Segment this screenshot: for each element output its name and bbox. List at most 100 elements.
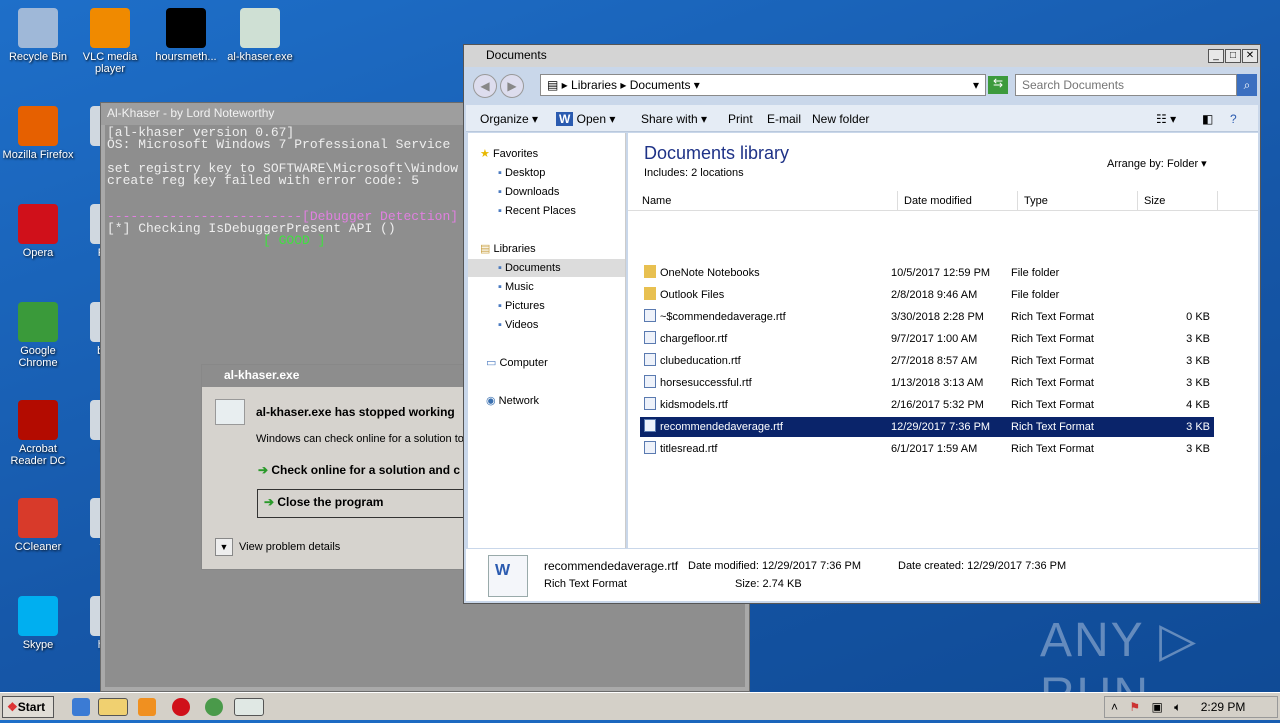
show-hidden-icons[interactable]: ˄ bbox=[1111, 700, 1118, 714]
file-row[interactable]: horsesuccessful.rtf 1/13/2018 3:13 AM Rich… bbox=[640, 373, 1214, 393]
nav-label: Favorites bbox=[492, 148, 539, 160]
minimize-button[interactable]: _ bbox=[1208, 49, 1224, 63]
media-player-icon[interactable] bbox=[138, 698, 156, 716]
column-headers: Name Date modified Type Size bbox=[628, 191, 1258, 211]
file-row[interactable]: titlesread.rtf 6/1/2017 1:59 AM Rich Text … bbox=[640, 439, 1214, 459]
clock[interactable]: 2:29 PM bbox=[1201, 700, 1246, 714]
file-date: 2/8/2018 9:46 AM bbox=[891, 289, 978, 301]
help-icon[interactable]: ? bbox=[1230, 112, 1237, 126]
arrange-by[interactable]: Arrange by: Folder ▾ bbox=[1107, 157, 1207, 170]
address-bar[interactable]: ▤ ▸ Libraries ▸ Documents ▾ ▾ bbox=[540, 74, 986, 96]
windows-logo-icon: ❖ bbox=[7, 700, 18, 714]
organize-button[interactable]: Organize ▾ bbox=[480, 112, 538, 126]
views-button[interactable]: ☷ ▾ bbox=[1156, 112, 1176, 126]
column-size[interactable]: Size bbox=[1138, 191, 1218, 211]
breadcrumb-documents[interactable]: Documents bbox=[630, 78, 691, 92]
desktop-icon-label: Mozilla Firefox bbox=[2, 149, 74, 161]
desktop-icon[interactable]: Acrobat Reader DC bbox=[0, 400, 76, 467]
al-khaser-taskbar-button[interactable] bbox=[234, 698, 264, 716]
file-row[interactable]: clubeducation.rtf 2/7/2018 8:57 AM Rich Te… bbox=[640, 351, 1214, 371]
desktop-icon[interactable]: Skype bbox=[0, 596, 76, 651]
column-date[interactable]: Date modified bbox=[898, 191, 1018, 211]
check-online-option[interactable]: ➔ Check online for a solution and c bbox=[258, 463, 470, 487]
desktop-icon[interactable]: al-khaser.exe bbox=[222, 8, 298, 63]
option-label: Close the program bbox=[277, 495, 384, 509]
file-size: 3 KB bbox=[1186, 377, 1210, 389]
desktop-icon[interactable]: Google Chrome bbox=[0, 302, 76, 369]
nav-libraries[interactable]: ▤ Libraries bbox=[468, 240, 625, 258]
desktop-icon[interactable]: Mozilla Firefox bbox=[0, 106, 76, 161]
action-center-flag-icon[interactable]: ⚑ bbox=[1129, 700, 1140, 714]
maximize-button[interactable]: □ bbox=[1225, 49, 1241, 63]
error-dialog[interactable]: al-khaser.exe al-khaser.exe has stopped … bbox=[201, 364, 471, 570]
desktop-icon[interactable]: CCleaner bbox=[0, 498, 76, 553]
file-list-pane: Documents library Includes: 2 locations … bbox=[628, 133, 1258, 548]
nav-documents[interactable]: ▪ Documents bbox=[468, 259, 625, 277]
file-row[interactable]: OneNote Notebooks 10/5/2017 12:59 PM File … bbox=[640, 263, 1214, 283]
nav-icon: ▪ bbox=[498, 186, 502, 198]
explorer-taskbar-button[interactable] bbox=[98, 698, 128, 716]
desktop-icon-label: Recycle Bin bbox=[8, 51, 68, 63]
desktop-icon[interactable]: VLC media player bbox=[72, 8, 148, 75]
chrome-icon[interactable] bbox=[205, 698, 223, 716]
opera-icon[interactable] bbox=[172, 698, 190, 716]
file-row[interactable]: Outlook Files 2/8/2018 9:46 AM File folder bbox=[640, 285, 1214, 305]
desktop-icon[interactable]: Opera bbox=[0, 204, 76, 259]
nav-computer[interactable]: ▭ Computer bbox=[468, 354, 625, 372]
file-date: 12/29/2017 7:36 PM bbox=[891, 421, 991, 433]
nav-videos[interactable]: ▪ Videos bbox=[468, 316, 625, 334]
ie-icon[interactable] bbox=[72, 698, 90, 716]
nav-label: Documents bbox=[504, 262, 561, 274]
refresh-button[interactable]: ⇆ bbox=[988, 76, 1008, 94]
nav-desktop[interactable]: ▪ Desktop bbox=[468, 164, 625, 182]
nav-network[interactable]: ◉ Network bbox=[468, 392, 625, 410]
back-button[interactable]: ◀ bbox=[473, 74, 497, 98]
file-name: OneNote Notebooks bbox=[644, 263, 760, 283]
file-type: File folder bbox=[1011, 289, 1060, 301]
search-icon[interactable]: ⌕ bbox=[1237, 74, 1257, 96]
start-button[interactable]: ❖Start bbox=[2, 696, 54, 718]
chevron-down-icon[interactable]: ▾ bbox=[973, 78, 979, 92]
nav-favorites[interactable]: ★ Favorites bbox=[468, 145, 625, 163]
desktop-icon-image bbox=[18, 8, 58, 48]
file-row[interactable]: ~$commendedaverage.rtf 3/30/2018 2:28 PM R… bbox=[640, 307, 1214, 327]
desktop-icon[interactable]: Recycle Bin bbox=[0, 8, 76, 63]
network-icon[interactable]: ▣ bbox=[1151, 700, 1162, 714]
nav-recent-places[interactable]: ▪ Recent Places bbox=[468, 202, 625, 220]
file-size: 3 KB bbox=[1186, 333, 1210, 345]
nav-icon: ▪ bbox=[498, 205, 502, 217]
taskbar: ❖Start ˄ ⚑ ▣ 🔈︎ 2:29 PM bbox=[0, 692, 1280, 720]
column-type[interactable]: Type bbox=[1018, 191, 1138, 211]
chevron-down-icon: ▼ bbox=[215, 538, 233, 556]
close-program-option[interactable]: ➔ Close the program bbox=[257, 489, 471, 518]
desktop-icon-image bbox=[18, 204, 58, 244]
print-button[interactable]: Print bbox=[728, 112, 753, 126]
file-date: 1/13/2018 3:13 AM bbox=[891, 377, 984, 389]
view-details-toggle[interactable]: ▼ View problem details bbox=[215, 538, 340, 556]
preview-pane-icon[interactable]: ◧ bbox=[1202, 112, 1213, 126]
file-row[interactable]: chargefloor.rtf 9/7/2017 1:00 AM Rich Text… bbox=[640, 329, 1214, 349]
explorer-window[interactable]: Documents _ □ ✕ ◀ ▶ ▤ ▸ Libraries ▸ Docu… bbox=[463, 44, 1261, 604]
file-row[interactable]: kidsmodels.rtf 2/16/2017 5:32 PM Rich Text… bbox=[640, 395, 1214, 415]
volume-icon[interactable]: 🔈︎ bbox=[1174, 700, 1181, 714]
nav-music[interactable]: ▪ Music bbox=[468, 278, 625, 296]
folder-icon bbox=[644, 265, 656, 278]
file-row[interactable]: recommendedaverage.rtf 12/29/2017 7:36 PM… bbox=[640, 417, 1214, 437]
file-name: chargefloor.rtf bbox=[644, 329, 727, 349]
nav-pictures[interactable]: ▪ Pictures bbox=[468, 297, 625, 315]
open-button[interactable]: W Open ▾ bbox=[556, 112, 615, 126]
desktop-icon[interactable]: hoursmeth... bbox=[148, 8, 224, 63]
forward-button[interactable]: ▶ bbox=[500, 74, 524, 98]
nav-downloads[interactable]: ▪ Downloads bbox=[468, 183, 625, 201]
email-button[interactable]: E-mail bbox=[767, 112, 801, 126]
close-button[interactable]: ✕ bbox=[1242, 49, 1258, 63]
share-with-button[interactable]: Share with ▾ bbox=[641, 112, 707, 126]
search-input[interactable] bbox=[1015, 74, 1237, 96]
column-name[interactable]: Name bbox=[636, 191, 898, 211]
nav-label: Network bbox=[498, 395, 540, 407]
new-folder-button[interactable]: New folder bbox=[812, 112, 869, 126]
file-name: titlesread.rtf bbox=[644, 439, 717, 459]
desktop-icon-label: VLC media player bbox=[82, 51, 138, 75]
breadcrumb-libraries[interactable]: Libraries bbox=[571, 78, 617, 92]
rtf-file-icon bbox=[644, 441, 656, 454]
